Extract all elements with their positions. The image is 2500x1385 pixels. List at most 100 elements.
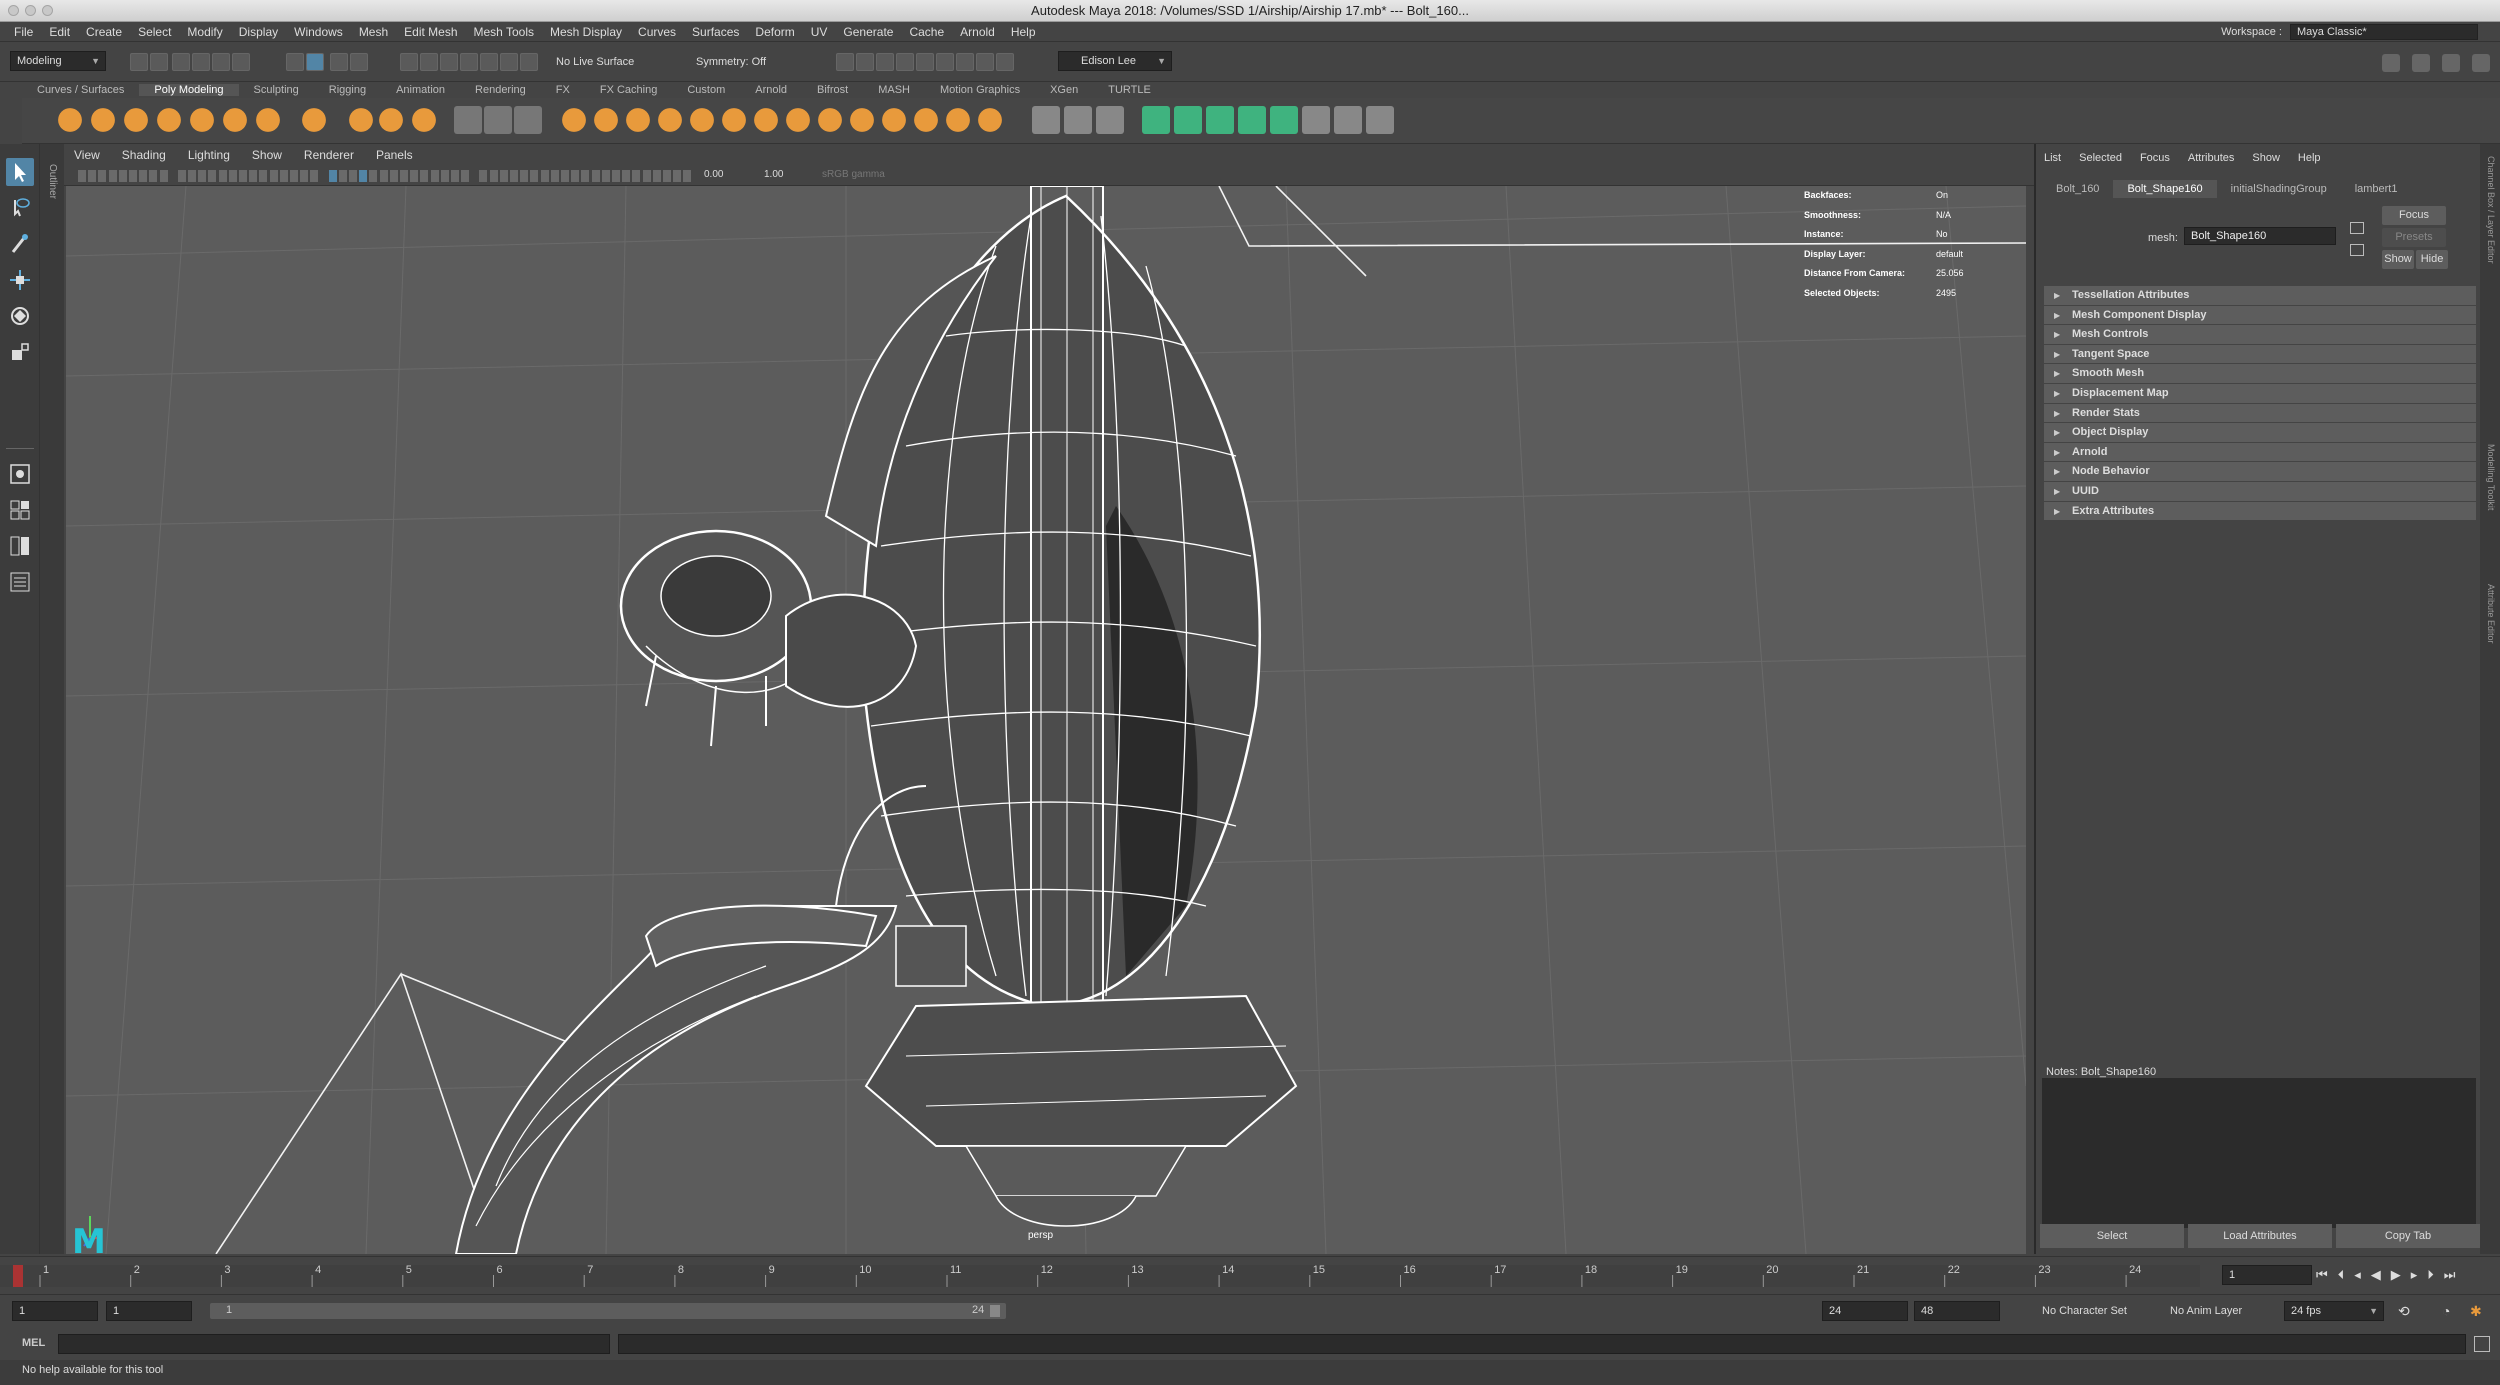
shelf-fill-hole-icon[interactable] <box>818 108 842 132</box>
viewport-toolbar-icon[interactable] <box>581 170 590 182</box>
viewport-toolbar-icon[interactable] <box>328 170 337 182</box>
section-uuid[interactable]: UUID <box>2044 481 2476 502</box>
status-tool-icon[interactable] <box>936 53 954 71</box>
loop-icon[interactable]: ⟲ <box>2398 1303 2410 1320</box>
shelf-settings-icon[interactable] <box>2382 54 2400 72</box>
select-tool-icon[interactable] <box>6 158 34 186</box>
ae-tab-initialshadinggroup[interactable]: initialShadingGroup <box>2217 180 2341 198</box>
viewport-toolbar-icon[interactable] <box>139 170 148 182</box>
status-tool-icon[interactable] <box>192 53 210 71</box>
ae-tab-lambert1[interactable]: lambert1 <box>2341 180 2412 198</box>
shelf-tab-turtle[interactable]: TURTLE <box>1093 84 1166 96</box>
shelf-tab-xgen[interactable]: XGen <box>1035 84 1093 96</box>
viewport-toolbar-icon[interactable] <box>510 170 518 182</box>
show-button[interactable]: Show <box>2382 250 2414 269</box>
range-slider[interactable]: 1 24 <box>210 1303 1006 1319</box>
menu-curves[interactable]: Curves <box>630 25 684 39</box>
node-goto-icon[interactable] <box>2350 244 2364 256</box>
scale-tool-icon[interactable] <box>6 338 34 366</box>
viewport-toolbar-icon[interactable] <box>530 170 539 182</box>
step-forward-key-icon[interactable]: ⏵ <box>2427 1267 2434 1283</box>
shelf-texture-editor-icon[interactable] <box>1366 106 1394 134</box>
viewport-toolbar-icon[interactable] <box>652 170 661 182</box>
menu-mesh-tools[interactable]: Mesh Tools <box>466 25 542 39</box>
animation-end-field[interactable]: 48 <box>1914 1301 2000 1321</box>
playback-end-field[interactable]: 24 <box>1822 1301 1908 1321</box>
fps-dropdown[interactable]: 24 fps ▼ <box>2284 1301 2384 1321</box>
ae-menu-help[interactable]: Help <box>2298 152 2321 164</box>
status-tool-icon[interactable] <box>896 53 914 71</box>
viewport-toolbar-icon[interactable] <box>550 170 559 182</box>
presets-button[interactable]: Presets <box>2382 228 2446 247</box>
status-tool-icon[interactable] <box>440 53 458 71</box>
preferences-icon[interactable]: ✱ <box>2470 1303 2482 1320</box>
viewport-menu-show[interactable]: Show <box>252 148 282 162</box>
status-tool-icon[interactable] <box>500 53 518 71</box>
viewport-toolbar-icon[interactable] <box>420 170 429 182</box>
shelf-remesh-icon[interactable] <box>754 108 778 132</box>
viewport-menu-shading[interactable]: Shading <box>122 148 166 162</box>
viewport-toolbar-icon[interactable] <box>601 170 610 182</box>
shelf-edge-loop-icon[interactable] <box>1096 106 1124 134</box>
rotate-tool-icon[interactable] <box>6 302 34 330</box>
shelf-svg-icon[interactable] <box>412 108 436 132</box>
notes-textarea[interactable] <box>2042 1078 2476 1228</box>
viewport-toolbar-icon[interactable] <box>591 170 600 182</box>
shelf-tab-poly-modeling[interactable]: Poly Modeling <box>139 84 239 96</box>
time-slider-ruler[interactable]: 1 2 3 4 5 6 7 8 9 10 11 12 13 14 15 16 17 18 19 20 21 22 23 24 <box>0 1257 2500 1293</box>
menu-deform[interactable]: Deform <box>747 25 802 39</box>
shelf-tab-sculpting[interactable]: Sculpting <box>239 84 314 96</box>
shelf-tab-mash[interactable]: MASH <box>863 84 925 96</box>
status-tool-icon[interactable] <box>130 53 148 71</box>
step-back-frame-icon[interactable]: ◂ <box>2354 1267 2361 1283</box>
viewport-menu-lighting[interactable]: Lighting <box>188 148 230 162</box>
side-tab-modelling-toolkit[interactable]: Modelling Toolkit <box>2486 444 2496 510</box>
viewport-toolbar-icon[interactable] <box>78 170 86 182</box>
go-to-end-icon[interactable]: ⏭ <box>2444 1267 2456 1283</box>
shelf-transfer-icon[interactable] <box>1334 106 1362 134</box>
lasso-tool-icon[interactable] <box>6 194 34 222</box>
shelf-uv-cylindrical-icon[interactable] <box>1174 106 1202 134</box>
auto-key-icon[interactable]: ◔ <box>2442 1303 2450 1319</box>
section-extra-attributes[interactable]: Extra Attributes <box>2044 501 2476 522</box>
status-tool-icon[interactable] <box>172 53 190 71</box>
status-tool-icon[interactable] <box>420 53 438 71</box>
shelf-torus-icon[interactable] <box>190 108 214 132</box>
menu-surfaces[interactable]: Surfaces <box>684 25 747 39</box>
shelf-tab-bifrost[interactable]: Bifrost <box>802 84 863 96</box>
symmetry-label[interactable]: Symmetry: Off <box>696 56 766 68</box>
shelf-tab-rendering[interactable]: Rendering <box>460 84 541 96</box>
shelf-tab-fx[interactable]: FX <box>541 84 585 96</box>
viewport-toolbar-icon[interactable] <box>359 170 368 182</box>
menu-mesh[interactable]: Mesh <box>351 25 396 39</box>
hide-button[interactable]: Hide <box>2416 250 2448 269</box>
status-tool-icon[interactable] <box>286 53 304 71</box>
shelf-multi-cut-icon[interactable] <box>1032 106 1060 134</box>
shelf-tab-animation[interactable]: Animation <box>381 84 460 96</box>
shelf-extrude-icon[interactable] <box>914 108 938 132</box>
time-slider[interactable]: 1 2 3 4 5 6 7 8 9 10 11 12 13 14 15 16 17 18 19 20 21 22 23 24 … <box>0 1256 2500 1292</box>
focus-button[interactable]: Focus <box>2382 206 2446 225</box>
section-displacement-map[interactable]: Displacement Map <box>2044 383 2476 404</box>
side-tab-attribute-editor[interactable]: Attribute Editor <box>2486 584 2496 644</box>
viewport-toolbar-icon[interactable] <box>239 170 247 182</box>
viewport-toolbar-icon[interactable] <box>98 170 107 182</box>
viewport-toolbar-icon[interactable] <box>642 170 651 182</box>
shelf-sphere-icon[interactable] <box>58 108 82 132</box>
viewport-toolbar-icon[interactable] <box>571 170 580 182</box>
section-mesh-controls[interactable]: Mesh Controls <box>2044 325 2476 345</box>
shelf-combine-icon[interactable] <box>562 108 586 132</box>
shelf-bridge-icon[interactable] <box>882 108 906 132</box>
menu-arnold[interactable]: Arnold <box>952 25 1003 39</box>
ae-menu-selected[interactable]: Selected <box>2079 152 2122 164</box>
viewport-toolbar-icon[interactable] <box>208 170 217 182</box>
shelf-tab-motion-graphics[interactable]: Motion Graphics <box>925 84 1035 96</box>
mesh-name-field[interactable]: Bolt_Shape160 <box>2184 227 2336 245</box>
status-tool-icon[interactable] <box>976 53 994 71</box>
section-tangent-space[interactable]: Tangent Space <box>2044 344 2476 365</box>
ae-tab-bolt-shape160[interactable]: Bolt_Shape160 <box>2113 180 2217 198</box>
status-tool-icon[interactable] <box>836 53 854 71</box>
shelf-settings-icon[interactable] <box>2472 54 2490 72</box>
viewport-toolbar-icon[interactable] <box>499 170 508 182</box>
ae-tab-bolt-160[interactable]: Bolt_160 <box>2042 180 2113 198</box>
